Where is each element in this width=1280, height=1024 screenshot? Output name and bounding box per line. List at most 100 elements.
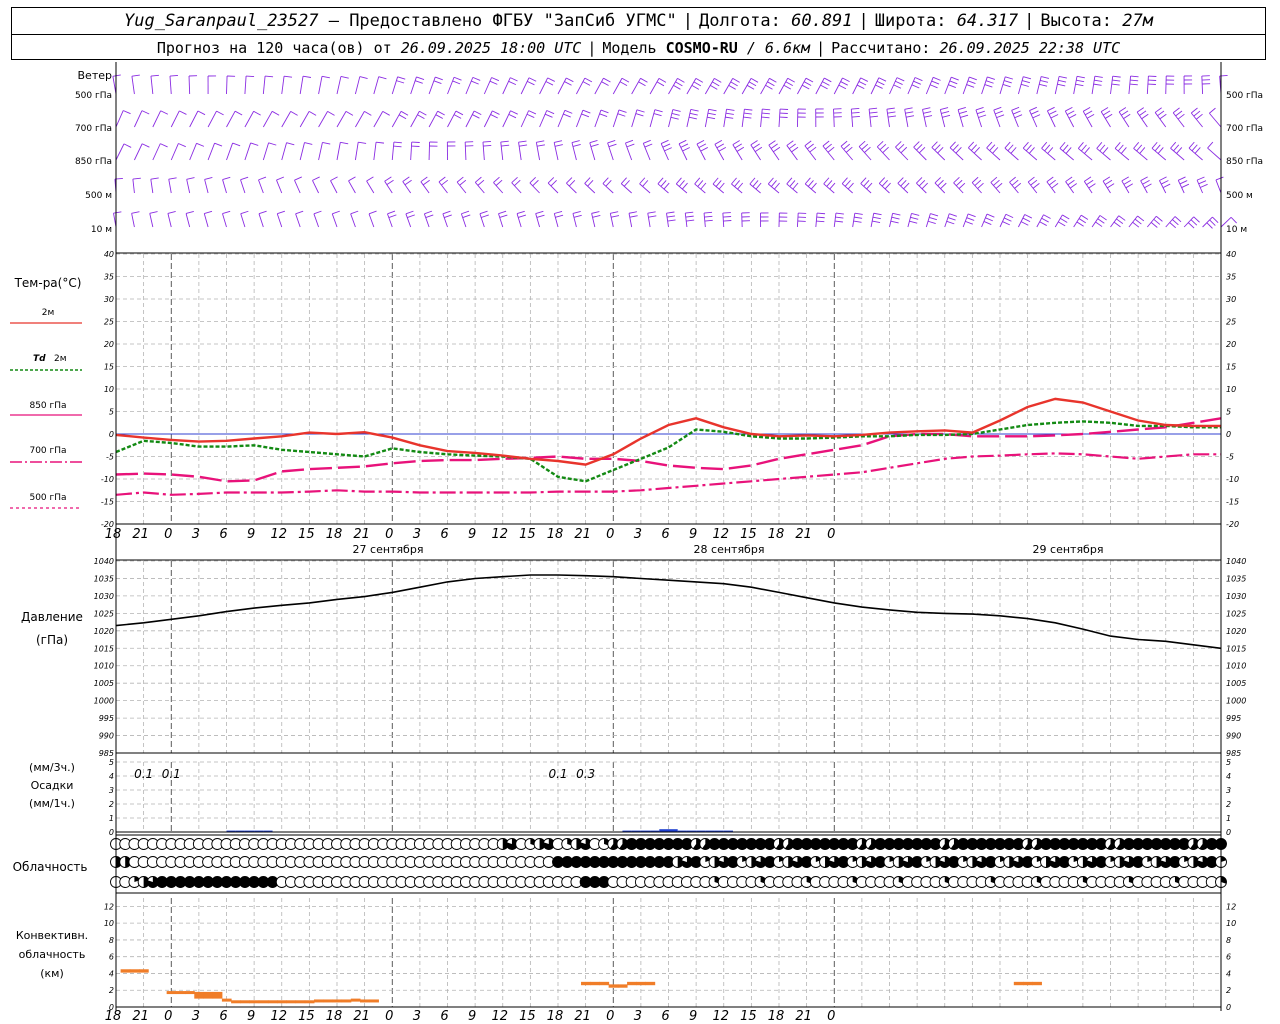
wind-barb: [152, 143, 161, 161]
wind-barb: [149, 213, 154, 228]
wind-barb-feather: [639, 177, 646, 185]
wind-level-label: 850 гПа: [75, 157, 112, 167]
wind-barb: [895, 146, 909, 161]
wind-barb-feather: [704, 219, 713, 222]
wind-barb-feather: [869, 111, 878, 114]
wind-barb-feather: [1041, 141, 1048, 149]
wind-barb-feather: [884, 182, 891, 190]
wind-barb-feather: [1076, 221, 1084, 227]
conv-bar: [295, 1000, 306, 1004]
wind-barb-feather: [1075, 83, 1084, 87]
wind-barb: [464, 141, 467, 161]
wind-barb: [115, 110, 124, 128]
day-label: 28 сентября: [694, 543, 765, 556]
wind-barb-feather: [853, 220, 862, 223]
temp-title: Тем-ра(°C): [14, 276, 82, 290]
conv-bar: [258, 1000, 269, 1004]
wind-barb: [668, 109, 674, 128]
wind-barb-feather: [123, 143, 132, 148]
wind-barb: [262, 142, 270, 161]
conv-bar: [267, 1000, 278, 1004]
wind-barb-feather: [835, 212, 844, 215]
wind-barb-feather: [714, 140, 723, 145]
wind-barb-feather: [791, 146, 799, 153]
y-tick-label: 2: [1226, 800, 1231, 809]
y-tick-label: 0: [109, 430, 114, 439]
wind-barb: [934, 182, 946, 194]
wind-barb-feather: [295, 210, 304, 215]
wind-barb: [1202, 216, 1213, 228]
y-tick-label: 1035: [94, 574, 114, 583]
wind-barb-feather: [620, 177, 627, 184]
wind-barb-feather: [937, 179, 944, 187]
conv-title-2: облачность: [19, 948, 86, 961]
wind-barb: [447, 77, 455, 95]
wind-barb-feather: [1129, 83, 1138, 86]
conv-bar: [627, 981, 637, 986]
wind-barb-feather: [359, 76, 368, 79]
wind-barb-feather: [518, 214, 527, 218]
wind-barb-feather: [167, 211, 176, 214]
wind-barb-feather: [872, 216, 881, 220]
wind-barb-feather: [1065, 176, 1073, 182]
wind-barb-feather: [1065, 147, 1072, 154]
y-tick-label: 1020: [1226, 627, 1246, 636]
wind-barb-feather: [911, 213, 920, 216]
wind-barb-feather: [621, 77, 630, 83]
wind-barb-feather: [587, 180, 594, 187]
wind-barb-feather: [896, 77, 905, 82]
time-tick-label: 3: [634, 527, 642, 542]
time-tick-label: 9: [468, 527, 476, 542]
pressure-grid: 1040 1040 1035 1035 1030 1030 1025 1025 1020 1020…: [94, 557, 1247, 758]
wind-barb-feather: [667, 215, 676, 218]
wind-barb-feather: [975, 106, 984, 111]
wind-barb-feather: [141, 110, 150, 115]
wind-barb: [410, 111, 420, 128]
wind-barb: [1059, 148, 1074, 161]
wind-barb: [1110, 76, 1114, 95]
wind-barb: [833, 213, 837, 228]
wind-level-label: 700 гПа: [75, 124, 112, 134]
time-tick-label: 21: [574, 1009, 591, 1024]
wind-barb-feather: [308, 111, 317, 116]
wind-barb-feather: [985, 217, 993, 222]
wind-barb: [169, 76, 172, 95]
wind-barb-feather: [572, 144, 581, 147]
wind-barb-feather: [861, 143, 869, 150]
wind-barb-feather: [695, 78, 704, 83]
time-tick-label: 3: [192, 527, 200, 542]
wind-barb-feather: [1003, 217, 1012, 222]
wind-barb-feather: [787, 77, 795, 83]
time-tick-label: 12: [712, 1009, 729, 1024]
wind-barb-feather: [123, 110, 131, 115]
wind-barb-feather: [544, 113, 553, 118]
y-tick-label: 40: [104, 250, 114, 259]
wind-barb-feather: [984, 84, 993, 88]
y-tick-label: 8: [1226, 936, 1231, 945]
conv-series: [120, 969, 1042, 1004]
wind-barb-feather: [882, 146, 889, 153]
wind-barb-feather: [989, 144, 996, 151]
wind-barb: [276, 179, 283, 194]
wind-barb-feather: [1206, 222, 1213, 229]
wind-barb: [535, 213, 541, 228]
y-tick-label: 2: [109, 986, 114, 995]
wind-barb-feather: [493, 176, 500, 183]
legend-label-850: 850 гПа: [29, 401, 66, 411]
wind-barb-feather: [1020, 221, 1029, 226]
wind-barb-feather: [816, 220, 825, 223]
wind-barb-feather: [707, 116, 716, 120]
wind-barb-feather: [387, 210, 396, 215]
wind-barb-feather: [268, 142, 277, 146]
wind-barb-feather: [536, 140, 545, 143]
wind-barb-feather: [1215, 176, 1224, 181]
y-tick-label: 1005: [94, 679, 114, 688]
wind-barb-feather: [1076, 75, 1085, 79]
wind-barb-feather: [1105, 113, 1113, 119]
wind-barb-feather: [801, 84, 810, 90]
wind-barb-feather: [931, 141, 938, 148]
wind-barb-feather: [700, 182, 707, 190]
legend-label-t2m: 2м: [42, 308, 55, 318]
wind-barb: [1151, 147, 1167, 161]
wind-barb-feather: [698, 143, 707, 149]
